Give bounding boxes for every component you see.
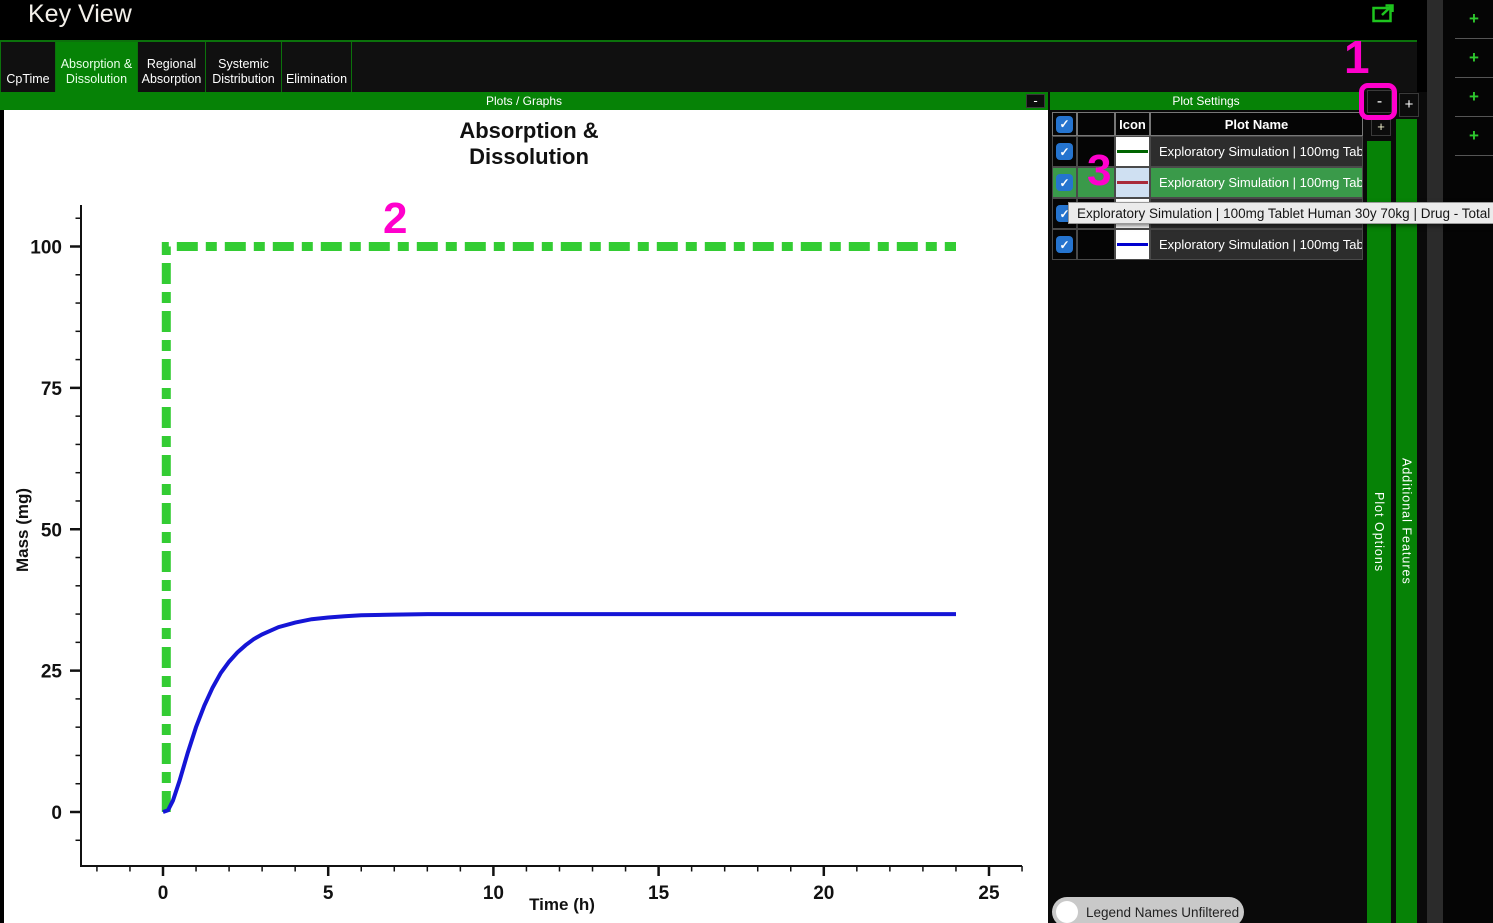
svg-text:75: 75	[41, 379, 63, 400]
svg-text:15: 15	[648, 883, 670, 904]
row-checkbox[interactable]	[1056, 174, 1073, 191]
chart-panel: Absorption &Dissolution Time (h) Mass (mg)…	[0, 110, 1048, 923]
plot-options-label: Plot Options	[1372, 492, 1386, 572]
table-header-row: Icon Plot Name	[1052, 112, 1363, 136]
svg-text:25: 25	[41, 662, 63, 683]
plots-graphs-title: Plots / Graphs	[486, 94, 562, 108]
plot-settings-title: Plot Settings	[1172, 94, 1239, 108]
svg-text:50: 50	[41, 520, 62, 541]
view-tabs: CpTime Absorption & Dissolution Regional…	[0, 40, 1417, 92]
tab-absorption-dissolution[interactable]: Absorption & Dissolution	[56, 42, 138, 92]
tab-regional-absorption[interactable]: Regional Absorption	[138, 42, 206, 92]
rail-add-button[interactable]: +	[1455, 78, 1493, 117]
plots-graphs-header: Plots / Graphs	[0, 92, 1048, 110]
vertical-scrollbar[interactable]	[1427, 0, 1443, 923]
header-blank-cell	[1077, 112, 1115, 136]
svg-text:Absorption &: Absorption &	[459, 118, 598, 143]
annotation-step-3: 3	[1087, 146, 1111, 196]
absorption-dissolution-chart: Absorption &Dissolution Time (h) Mass (mg)…	[4, 110, 1052, 923]
header-icon: Icon	[1115, 112, 1150, 136]
svg-text:25: 25	[978, 883, 1000, 904]
svg-text:0: 0	[51, 803, 62, 824]
plot-settings-collapse-button[interactable]: -	[1367, 90, 1392, 113]
additional-features-expander[interactable]: Additional Features	[1396, 119, 1417, 923]
svg-text:0: 0	[158, 883, 169, 904]
table-row[interactable]: Exploratory Simulation | 100mg Tabl	[1052, 229, 1363, 260]
rail-add-button[interactable]: +	[1455, 0, 1493, 39]
legend-toggle-label: Legend Names Unfiltered	[1086, 905, 1239, 920]
plot-name: Exploratory Simulation | 100mg Tabl	[1150, 167, 1363, 198]
additional-features-label: Additional Features	[1400, 458, 1414, 585]
plot-settings-header: Plot Settings	[1050, 92, 1362, 110]
tab-cptime[interactable]: CpTime	[0, 42, 56, 92]
rail-add-button[interactable]: +	[1455, 117, 1493, 156]
annotation-step-1: 1	[1344, 30, 1370, 84]
export-icon	[1372, 13, 1398, 28]
plot-name-tooltip: Exploratory Simulation | 100mg Tablet Hu…	[1068, 202, 1493, 224]
svg-text:20: 20	[813, 883, 834, 904]
svg-text:Mass (mg): Mass (mg)	[13, 488, 32, 572]
toggle-knob-icon	[1056, 901, 1078, 923]
header-plot-name: Plot Name	[1150, 112, 1363, 136]
legend-names-toggle[interactable]: Legend Names Unfiltered	[1052, 897, 1244, 923]
plot-options-expander[interactable]: Plot Options	[1367, 141, 1391, 923]
plot-name: Exploratory Simulation | 100mg Tabl	[1150, 136, 1363, 167]
annotation-step-2: 2	[383, 194, 407, 244]
svg-text:Time (h): Time (h)	[529, 895, 595, 914]
row-checkbox[interactable]	[1056, 236, 1073, 253]
plot-line-icon	[1115, 167, 1150, 198]
select-all-checkbox[interactable]	[1056, 116, 1073, 133]
svg-text:5: 5	[323, 883, 334, 904]
row-checkbox[interactable]	[1056, 143, 1073, 160]
plot-line-icon	[1115, 136, 1150, 167]
title-bar	[0, 0, 1427, 30]
right-rail: + + + +	[1443, 0, 1493, 923]
svg-text:100: 100	[30, 238, 62, 259]
rail-add-button[interactable]: +	[1455, 39, 1493, 78]
tab-systemic-distribution[interactable]: Systemic Distribution	[206, 42, 282, 92]
plot-settings-expand-button[interactable]: +	[1399, 93, 1419, 117]
plot-settings-add-button[interactable]: +	[1371, 118, 1391, 136]
svg-text:Dissolution: Dissolution	[469, 144, 589, 169]
plot-line-icon	[1115, 229, 1150, 260]
page-title: Key View	[28, 0, 132, 29]
plot-name: Exploratory Simulation | 100mg Tabl	[1150, 229, 1363, 260]
plots-collapse-button[interactable]: -	[1026, 94, 1045, 108]
export-button[interactable]	[1366, 2, 1396, 28]
svg-text:10: 10	[483, 883, 504, 904]
tab-elimination[interactable]: Elimination	[282, 42, 352, 92]
